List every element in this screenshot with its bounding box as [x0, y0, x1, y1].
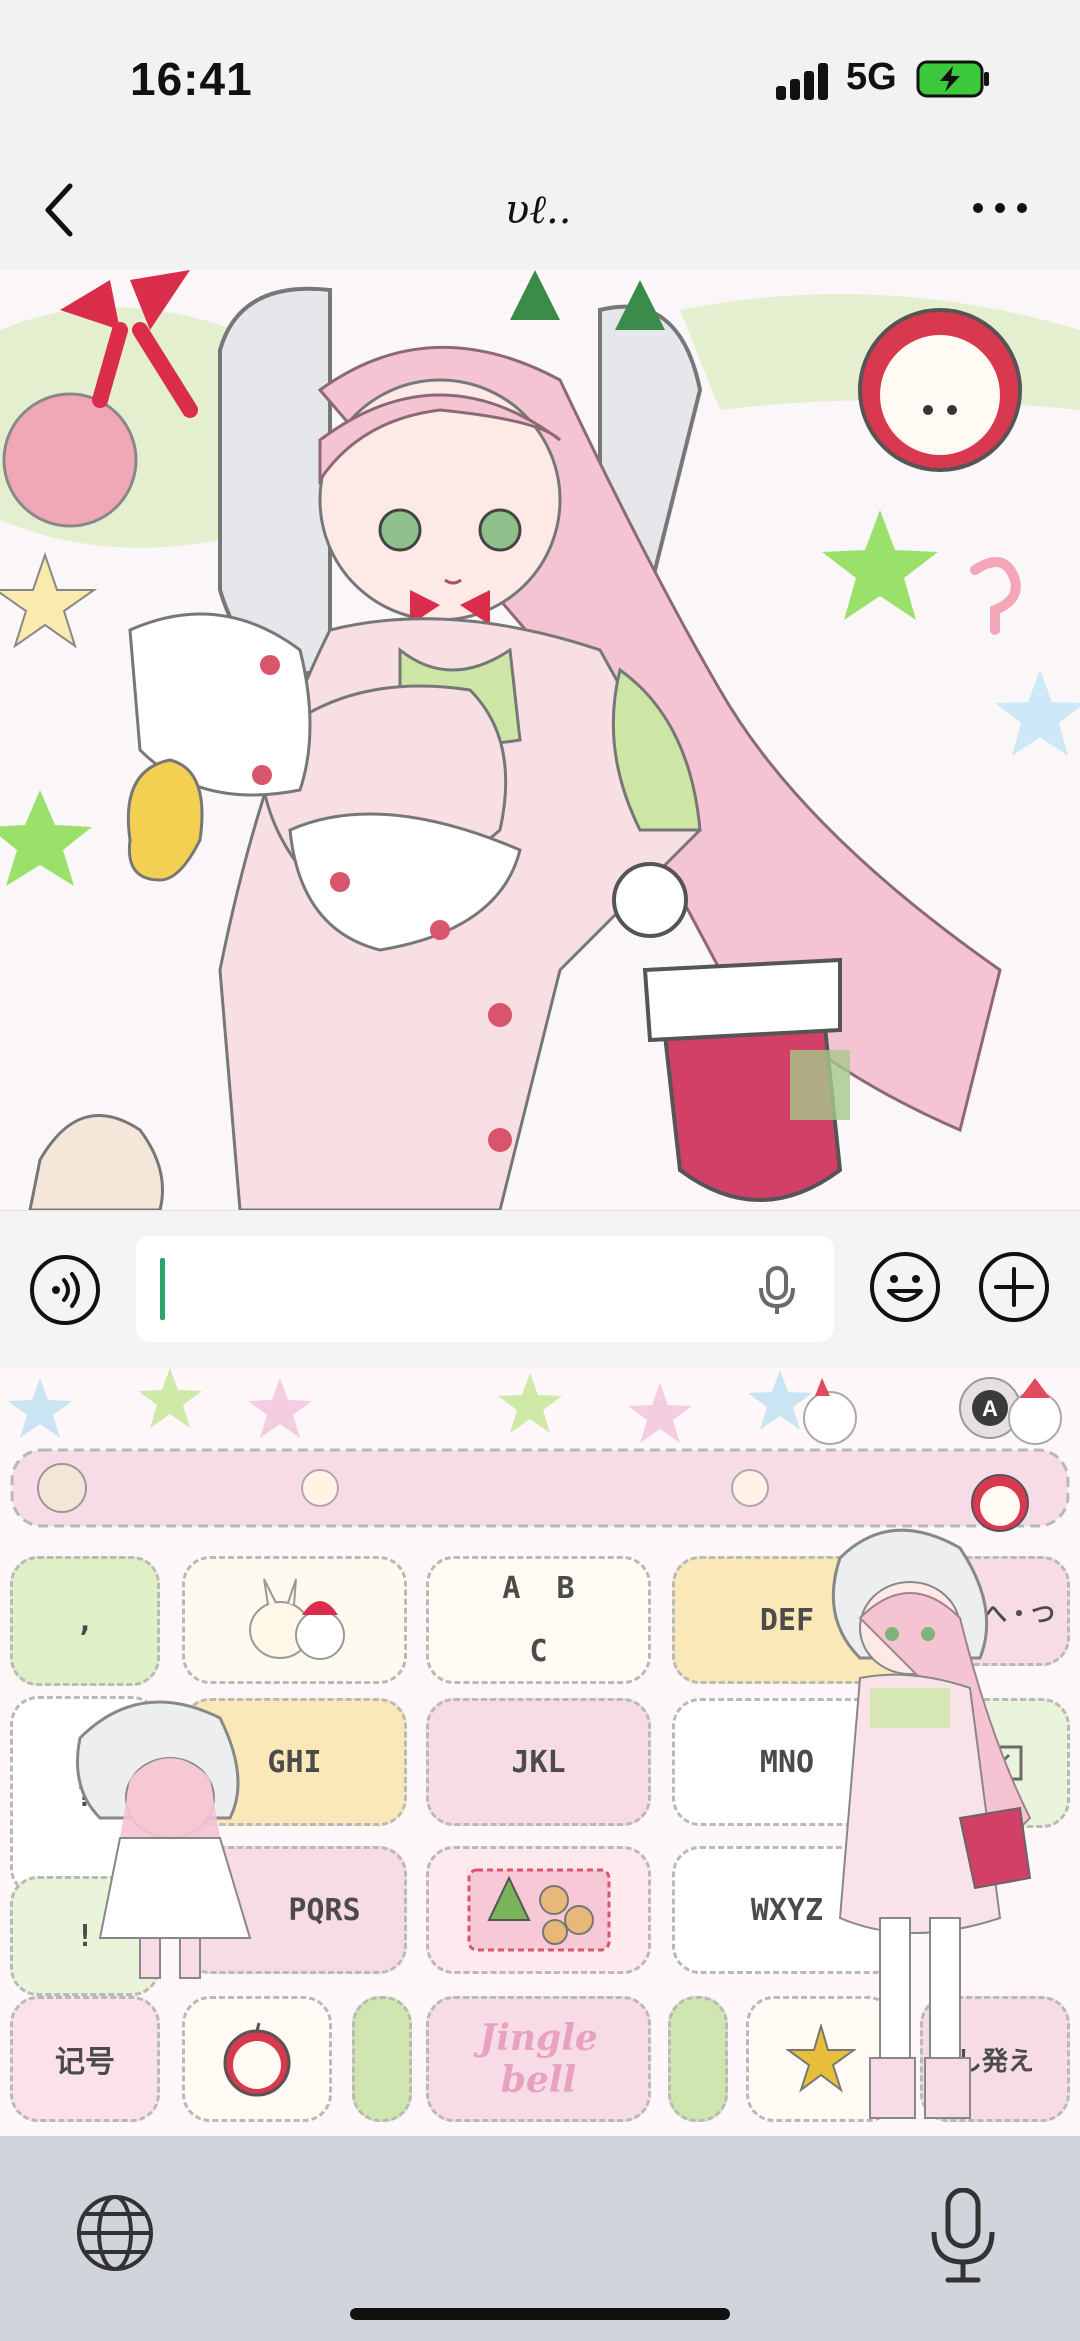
- network-type: 5G: [846, 56, 897, 98]
- key-emoji-bunny[interactable]: [182, 1556, 407, 1684]
- key-abc[interactable]: A B C: [426, 1556, 651, 1684]
- keyboard-character-illustration: [831, 1528, 1032, 2119]
- chat-background-illustration: [0, 270, 1080, 1210]
- key-jingle-bottom-label: bell: [500, 2059, 577, 2101]
- key-green-spacer-2[interactable]: [668, 1996, 728, 2122]
- key-jkl-label: JKL: [511, 1744, 566, 1780]
- apple-icon: [223, 2022, 291, 2097]
- microphone-icon[interactable]: [758, 1266, 796, 1316]
- themed-keyboard: A , ? ! 记号 A B C DEF ど・へ・つ: [0, 1368, 1080, 2136]
- chat-title: υℓ..: [505, 187, 572, 233]
- dictation-microphone-icon[interactable]: [928, 2188, 998, 2284]
- background-artwork: [0, 270, 1080, 1210]
- symbol-switch-label: 记号: [55, 2045, 115, 2080]
- svg-text:A: A: [982, 1396, 998, 1421]
- text-caret: [160, 1258, 165, 1320]
- globe-icon[interactable]: [74, 2192, 156, 2274]
- bunny-snowman-icon: [248, 1578, 345, 1660]
- key-pqrs-label: PQRS: [288, 1892, 361, 1928]
- key-jkl[interactable]: JKL: [426, 1698, 651, 1826]
- voice-mode-icon[interactable]: [29, 1254, 101, 1326]
- key-jingle-top-label: Jingle: [479, 2017, 598, 2059]
- key-abc-top-label: A B: [502, 1571, 575, 1606]
- key-jingle-bell[interactable]: Jingle bell: [426, 1996, 651, 2122]
- keyboard-small-character: [76, 1700, 252, 1979]
- key-green-spacer[interactable]: [352, 1996, 412, 2122]
- message-text-field[interactable]: [136, 1236, 834, 1342]
- key-cookie[interactable]: [426, 1846, 651, 1974]
- chevron-left-icon[interactable]: [40, 180, 80, 240]
- symbols-key-label: ,: [75, 1603, 95, 1639]
- battery-charging-icon: [916, 60, 989, 98]
- cookie-tree-icon: [467, 1868, 610, 1952]
- emoji-icon[interactable]: [869, 1251, 941, 1323]
- symbol-switch-key[interactable]: 记号: [10, 1996, 160, 2122]
- home-indicator[interactable]: [350, 2308, 730, 2320]
- status-time: 16:41: [130, 53, 253, 105]
- more-horizontal-icon[interactable]: [970, 196, 1030, 220]
- key-abc-bottom-label: C: [529, 1634, 548, 1669]
- key-apple[interactable]: [182, 1996, 332, 2122]
- symbols-key[interactable]: ,: [10, 1556, 160, 1686]
- plus-icon[interactable]: [978, 1251, 1050, 1323]
